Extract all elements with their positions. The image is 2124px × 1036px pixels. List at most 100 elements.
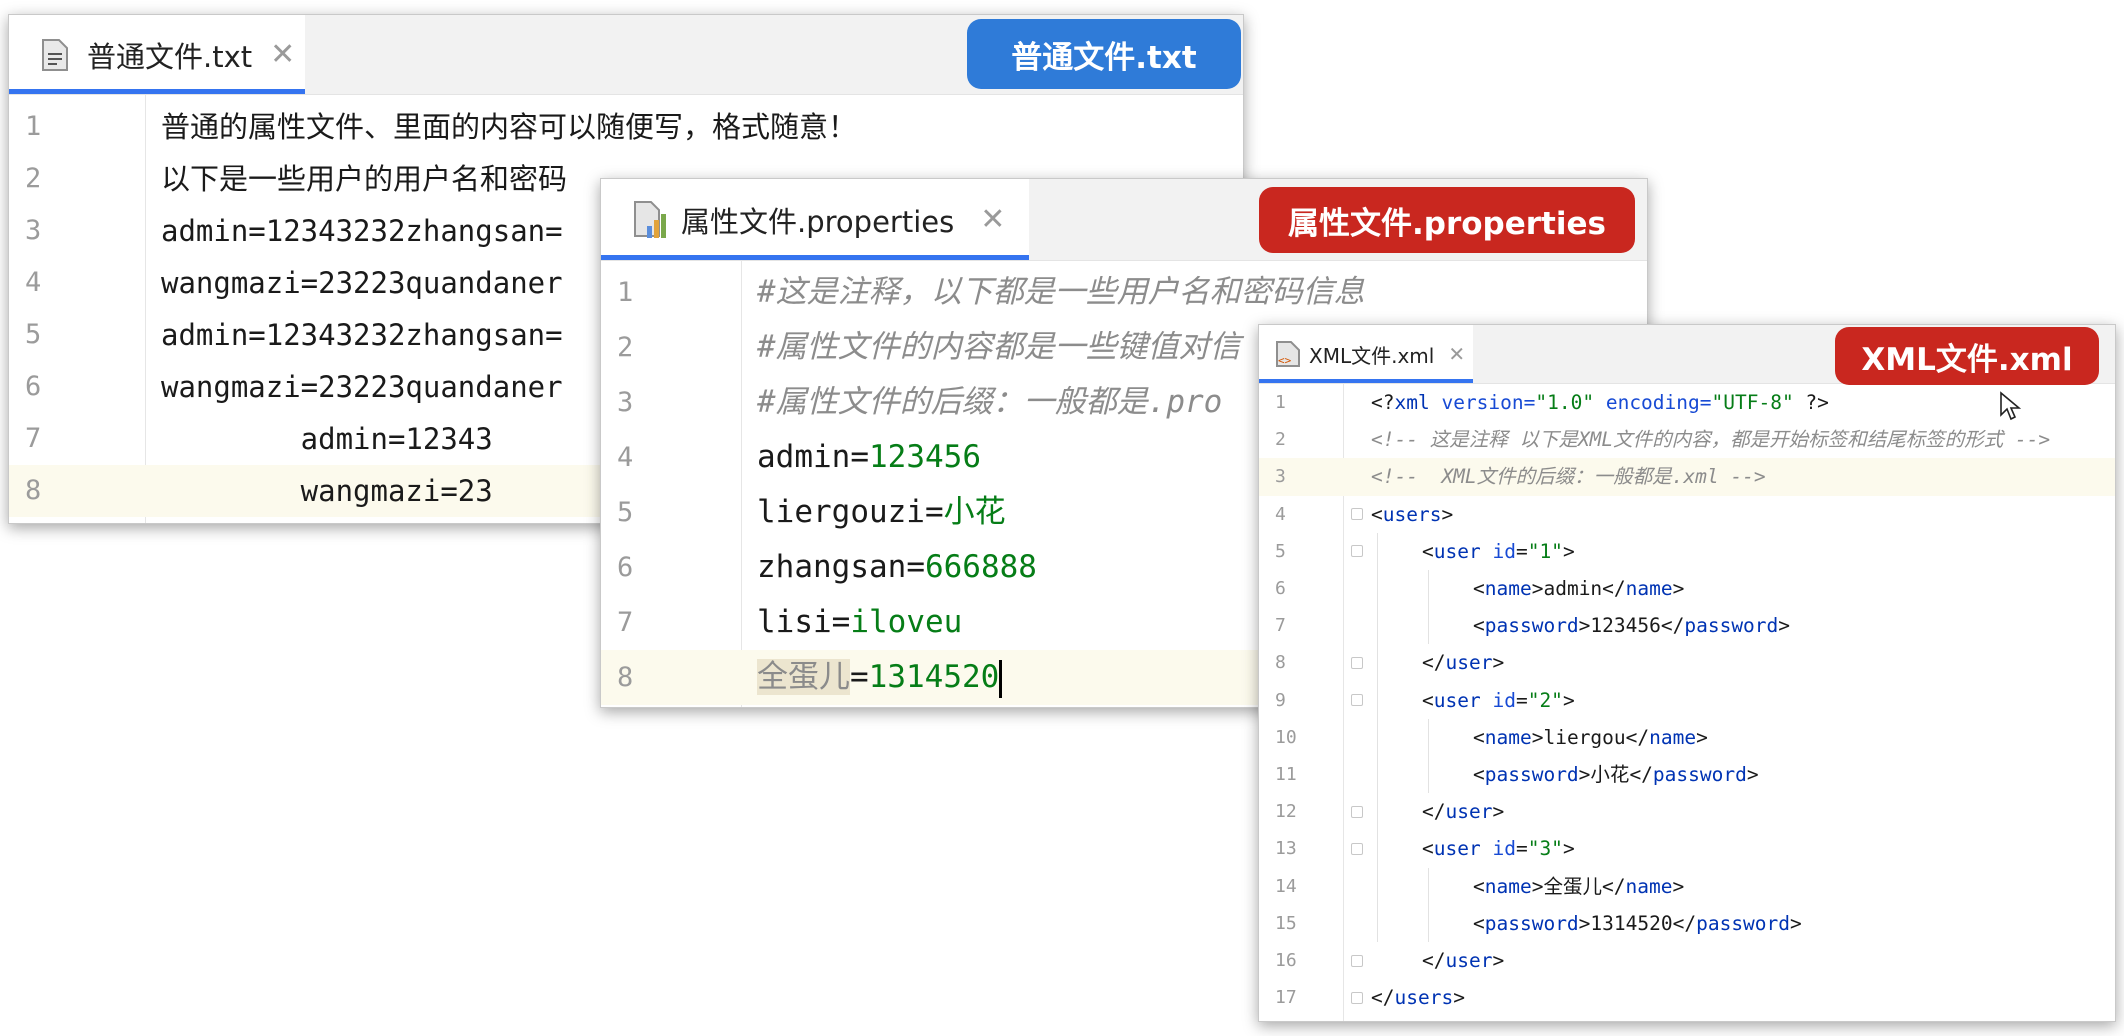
xml-text: liergou bbox=[1543, 725, 1626, 749]
line-content: </users> bbox=[1371, 979, 1465, 1016]
xml-attr-value: "1" bbox=[1527, 539, 1563, 563]
line-number: 1 bbox=[25, 111, 42, 142]
xml-tag-name: user bbox=[1433, 837, 1481, 861]
line-content: <users> bbox=[1371, 496, 1453, 533]
close-icon[interactable]: ✕ bbox=[1448, 342, 1465, 366]
xml-tag-name: name bbox=[1625, 874, 1673, 898]
line-number: 5 bbox=[617, 497, 634, 528]
code-token: > bbox=[1562, 837, 1575, 861]
code-token: < bbox=[1422, 688, 1434, 712]
line-number: 17 bbox=[1275, 987, 1297, 1009]
code-line[interactable]: 17 </users> bbox=[1259, 979, 2115, 1016]
code-token: > bbox=[1778, 614, 1791, 638]
code-token: < bbox=[1473, 725, 1485, 749]
property-key: 全蛋儿 bbox=[757, 659, 850, 695]
fold-collapse-icon[interactable] bbox=[1351, 545, 1363, 558]
code-line[interactable]: 5 <user id="1"> bbox=[1259, 533, 2115, 570]
xml-text: 全蛋儿 bbox=[1543, 874, 1602, 898]
code-line[interactable]: 11 <password>小花</password> bbox=[1259, 756, 2115, 793]
fold-end-icon[interactable] bbox=[1351, 991, 1363, 1004]
code-line[interactable]: 3 <!-- XML文件的后缀：一般都是.xml --> bbox=[1259, 458, 2115, 496]
fold-end-icon[interactable] bbox=[1351, 656, 1363, 669]
code-line[interactable]: 1 普通的属性文件、里面的内容可以随便写，格式随意！ bbox=[9, 101, 1243, 153]
code-token: = bbox=[1515, 837, 1528, 861]
close-icon[interactable]: ✕ bbox=[980, 202, 1005, 237]
line-text: wangmazi=23 bbox=[161, 474, 493, 508]
xml-tag-name: user bbox=[1433, 539, 1481, 563]
line-number: 15 bbox=[1275, 912, 1297, 934]
code-line[interactable]: 14 <name>全蛋儿</name> bbox=[1259, 868, 2115, 905]
tab-label: 普通文件.txt bbox=[87, 39, 253, 74]
tab-properties-file[interactable]: 属性文件.properties ✕ bbox=[601, 179, 1029, 260]
code-line[interactable]: 8 </user> bbox=[1259, 644, 2115, 681]
fold-end-icon[interactable] bbox=[1351, 805, 1363, 818]
equals-sign: = bbox=[850, 659, 869, 695]
code-token: > bbox=[1790, 911, 1802, 935]
text-file-icon bbox=[42, 38, 68, 71]
active-tab-indicator bbox=[9, 89, 305, 94]
code-token: < bbox=[1422, 837, 1434, 861]
code-line[interactable]: 10 <name>liergou</name> bbox=[1259, 719, 2115, 756]
code-line[interactable]: 2 <!-- 这是注释 以下是XML文件的内容，都是开始标签和结尾标签的形式 --… bbox=[1259, 421, 2115, 458]
code-token: > bbox=[1531, 577, 1544, 600]
code-line[interactable]: 16 </user> bbox=[1259, 942, 2115, 979]
code-token: < bbox=[1473, 911, 1485, 935]
xml-tag-name: password bbox=[1684, 614, 1779, 638]
xml-text: admin bbox=[1543, 577, 1603, 600]
code-token: > bbox=[1578, 763, 1591, 786]
code-line[interactable]: 12 </user> bbox=[1259, 793, 2115, 830]
code-token: </ bbox=[1672, 911, 1697, 935]
fold-collapse-icon[interactable] bbox=[1351, 842, 1363, 855]
xml-file-icon: <> bbox=[1276, 341, 1300, 367]
code-token: </ bbox=[1371, 986, 1395, 1010]
xml-editor-window: <> XML文件.xml ✕ XML文件.xml 1 <?xml version=… bbox=[1258, 324, 2116, 1022]
line-content: #属性文件的内容都是一些键值对信 bbox=[757, 320, 1241, 375]
line-content: admin=12343232zhangsan= bbox=[161, 309, 563, 361]
file-type-badge: XML文件.xml bbox=[1835, 327, 2099, 385]
close-icon[interactable]: ✕ bbox=[270, 37, 295, 72]
xml-tag-name: password bbox=[1484, 763, 1579, 786]
xml-tag-name: password bbox=[1652, 763, 1747, 786]
fold-collapse-icon[interactable] bbox=[1351, 694, 1363, 707]
line-content: <name>全蛋儿</name> bbox=[1473, 868, 1684, 905]
fold-collapse-icon[interactable] bbox=[1351, 508, 1363, 521]
property-key: zhangsan bbox=[757, 549, 907, 585]
line-text: wangmazi=23223quandaner bbox=[161, 370, 563, 404]
line-text: wangmazi=23223quandaner bbox=[161, 266, 563, 300]
line-content: </user> bbox=[1422, 793, 1504, 830]
line-content: 以下是一些用户的用户名和密码 bbox=[161, 153, 567, 205]
line-number: 7 bbox=[1275, 615, 1286, 637]
equals-sign: = bbox=[831, 604, 851, 640]
xml-tag-name: user bbox=[1445, 651, 1493, 675]
line-content: wangmazi=23 bbox=[161, 465, 493, 517]
code-line[interactable]: 1 <?xml version="1.0" encoding="UTF-8" ?> bbox=[1259, 384, 2115, 421]
file-type-badge: 普通文件.txt bbox=[967, 19, 1241, 89]
code-line[interactable]: 4 <users> bbox=[1259, 496, 2115, 533]
line-content: <!-- XML文件的后缀：一般都是.xml --> bbox=[1371, 458, 1766, 495]
code-token: </ bbox=[1422, 800, 1446, 824]
code-area[interactable]: 1 <?xml version="1.0" encoding="UTF-8" ?>… bbox=[1259, 384, 2115, 1021]
tab-xml-file[interactable]: <> XML文件.xml ✕ bbox=[1259, 325, 1473, 383]
code-line[interactable]: 1 #这是注释，以下都是一些用户名和密码信息 bbox=[601, 265, 1647, 320]
code-line[interactable]: 7 <password>123456</password> bbox=[1259, 607, 2115, 644]
code-line[interactable]: 13 <user id="3"> bbox=[1259, 830, 2115, 867]
fold-end-icon[interactable] bbox=[1351, 954, 1363, 967]
line-text: 普通的属性文件、里面的内容可以随便写，格式随意！ bbox=[161, 110, 858, 144]
code-token: > bbox=[1531, 725, 1544, 749]
line-content: <user id="1"> bbox=[1422, 533, 1575, 570]
xml-attr-value: "UTF-8" bbox=[1711, 391, 1794, 414]
line-content: <name>admin</name> bbox=[1473, 570, 1684, 607]
code-line[interactable]: 6 <name>admin</name> bbox=[1259, 570, 2115, 607]
code-token: > bbox=[1672, 874, 1685, 898]
code-token: < bbox=[1473, 614, 1485, 638]
code-line[interactable]: 15 <password>1314520</password> bbox=[1259, 905, 2115, 942]
tab-txt-file[interactable]: 普通文件.txt ✕ bbox=[9, 15, 305, 94]
code-line[interactable]: 9 <user id="2"> bbox=[1259, 682, 2115, 719]
properties-file-icon bbox=[634, 200, 666, 238]
xml-tag-name: user bbox=[1445, 949, 1493, 972]
line-content: liergouzi=小花 bbox=[757, 485, 1006, 540]
line-text: admin=12343232zhangsan= bbox=[161, 214, 563, 248]
line-number: 2 bbox=[1275, 429, 1286, 451]
